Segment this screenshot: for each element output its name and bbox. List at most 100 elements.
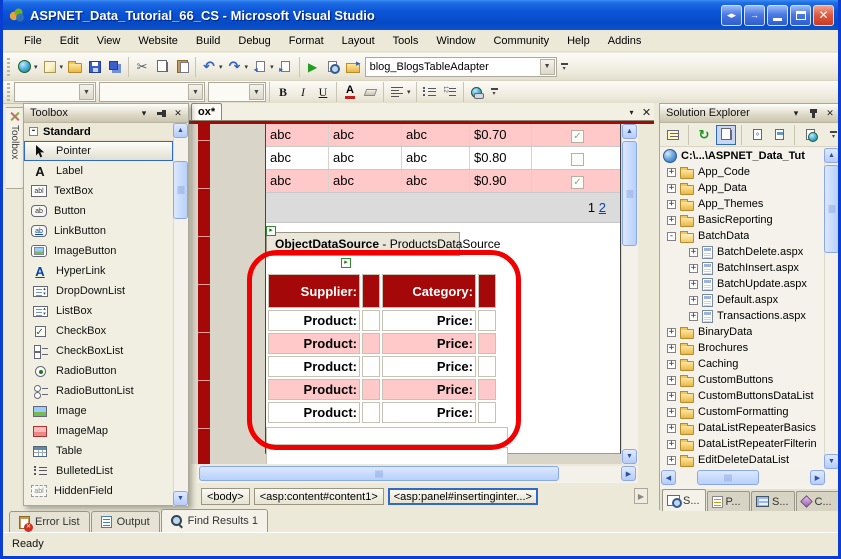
design-surface[interactable]: abc abc abc $0.70 ✓ abc abc abc $0.80 ab… — [191, 124, 638, 464]
navigate-backward-dropdown[interactable]: ▾ — [270, 63, 274, 71]
toolbox-item-checkbox[interactable]: CheckBox — [24, 321, 173, 341]
expand-icon[interactable]: + — [667, 184, 676, 193]
view-code-button[interactable] — [747, 125, 767, 145]
expand-icon[interactable]: + — [667, 200, 676, 209]
bold-button[interactable]: B — [273, 81, 293, 103]
toolbox-item-linkbutton[interactable]: LinkButton — [24, 221, 173, 241]
start-debugging-button[interactable] — [303, 56, 323, 78]
toolbar-overflow-chevron[interactable]: ▾ — [561, 63, 568, 71]
tab-output[interactable]: Output — [91, 511, 160, 532]
breadcrumb-body-tag[interactable]: <body> — [201, 488, 250, 505]
tree-item-aspx-page[interactable]: +BatchInsert.aspx — [661, 260, 825, 276]
nest-related-files-button[interactable] — [716, 125, 736, 145]
smart-tag-icon[interactable]: ▸ — [266, 226, 276, 236]
tab-find-results[interactable]: Find Results 1 — [161, 509, 268, 532]
window-position-icon[interactable]: ▾ — [137, 106, 151, 120]
window-position-icon[interactable]: ▾ — [789, 106, 803, 120]
expand-icon[interactable]: + — [689, 264, 698, 273]
tree-item-folder[interactable]: +App_Code — [661, 164, 825, 180]
scroll-thumb[interactable] — [622, 141, 637, 246]
hyperlink-button[interactable] — [467, 81, 487, 103]
toolbox-item-radiobutton[interactable]: RadioButton — [24, 361, 173, 381]
expand-icon[interactable]: + — [667, 424, 676, 433]
tree-item-folder[interactable]: +Brochures — [661, 340, 825, 356]
solution-explorer-horizontal-scrollbar[interactable]: ◀ ▶ — [661, 470, 825, 486]
tree-item-folder[interactable]: +App_Themes — [661, 196, 825, 212]
tree-item-folder[interactable]: +App_Data — [661, 180, 825, 196]
detach-window-button[interactable]: → — [744, 5, 765, 26]
tab-server-explorer[interactable]: S... — [751, 491, 795, 511]
save-button[interactable] — [85, 56, 105, 78]
expand-icon[interactable]: + — [667, 328, 676, 337]
menu-tools[interactable]: Tools — [384, 32, 428, 50]
toolbox-item-radiobuttonlist[interactable]: RadioButtonList — [24, 381, 173, 401]
scroll-down-icon[interactable]: ▼ — [173, 491, 188, 506]
auto-hide-pin-icon[interactable] — [806, 106, 820, 120]
expand-icon[interactable]: + — [689, 280, 698, 289]
toolbox-item-table[interactable]: Table — [24, 441, 173, 461]
target-rule-combo[interactable]: ▼ — [14, 82, 96, 102]
numbered-list-button[interactable] — [440, 81, 460, 103]
tree-item-folder[interactable]: +EditDeleteDataList — [661, 452, 825, 468]
tree-item-aspx-page[interactable]: +BatchDelete.aspx — [661, 244, 825, 260]
design-horizontal-scrollbar[interactable]: ▶ — [197, 466, 638, 483]
expand-icon[interactable]: + — [667, 216, 676, 225]
design-vertical-scrollbar[interactable]: ▲ ▼ — [621, 124, 638, 464]
tree-item-folder[interactable]: +CustomButtons — [661, 372, 825, 388]
scroll-down-icon[interactable]: ▼ — [622, 449, 637, 464]
tab-properties[interactable]: P... — [707, 491, 751, 511]
tree-item-folder[interactable]: +BasicReporting — [661, 212, 825, 228]
menu-window[interactable]: Window — [427, 32, 484, 50]
toolbar-overflow-chevron[interactable]: ▾ — [491, 88, 498, 96]
toolbar-grip[interactable] — [7, 58, 10, 76]
close-document-icon[interactable]: ✕ — [639, 105, 654, 120]
breadcrumb-content-tag[interactable]: <asp:content#content1> — [254, 488, 384, 505]
toolbox-item-listbox[interactable]: ListBox — [24, 301, 173, 321]
copy-web-site-button[interactable] — [800, 125, 820, 145]
navigate-forward-button[interactable] — [276, 56, 296, 78]
align-dropdown[interactable]: ▾ — [407, 88, 411, 96]
menu-help[interactable]: Help — [558, 32, 599, 50]
toolbox-item-button[interactable]: Button — [24, 201, 173, 221]
toolbox-item-imagebutton[interactable]: ImageButton — [24, 241, 173, 261]
align-left-button[interactable] — [387, 81, 407, 103]
breadcrumb-more-icon[interactable]: ▶ — [634, 488, 648, 504]
title-bar[interactable]: ASPNET_Data_Tutorial_66_CS - Microsoft V… — [3, 0, 838, 30]
expand-icon[interactable]: + — [667, 360, 676, 369]
italic-button[interactable]: I — [293, 81, 313, 103]
open-with-button[interactable] — [343, 56, 363, 78]
solution-explorer-title-bar[interactable]: Solution Explorer ▾ ✕ — [660, 104, 840, 123]
toolbox-side-tab[interactable]: Toolbox — [6, 107, 24, 189]
toolbox-item-textbox[interactable]: TextBox — [24, 181, 173, 201]
grid-checkbox-checked[interactable]: ✓ — [571, 130, 584, 143]
minimize-button[interactable] — [767, 5, 788, 26]
expand-icon[interactable]: + — [667, 376, 676, 385]
scroll-thumb[interactable] — [824, 165, 839, 253]
document-tab[interactable]: ox* — [191, 103, 222, 120]
toolbox-item-checkboxlist[interactable]: CheckBoxList — [24, 341, 173, 361]
toolbox-item-imagemap[interactable]: ImageMap — [24, 421, 173, 441]
solution-explorer-vertical-scrollbar[interactable]: ▲ ▼ — [824, 148, 839, 469]
highlight-color-button[interactable] — [360, 81, 380, 103]
grid-checkbox-unchecked[interactable] — [571, 153, 584, 166]
scroll-up-icon[interactable]: ▲ — [173, 123, 188, 138]
menu-debug[interactable]: Debug — [229, 32, 279, 50]
combo-dropdown-arrow[interactable]: ▼ — [540, 59, 555, 75]
font-size-combo[interactable]: ▼ — [208, 82, 266, 102]
menu-build[interactable]: Build — [187, 32, 229, 50]
close-panel-icon[interactable]: ✕ — [823, 106, 837, 120]
collapse-icon[interactable]: - — [667, 232, 676, 241]
save-all-button[interactable] — [105, 56, 125, 78]
scroll-right-icon[interactable]: ▶ — [621, 466, 636, 481]
bulleted-list-button[interactable] — [420, 81, 440, 103]
expand-icon[interactable]: + — [667, 392, 676, 401]
menu-layout[interactable]: Layout — [333, 32, 384, 50]
underline-button[interactable]: U — [313, 81, 333, 103]
tree-item-aspx-page[interactable]: +Default.aspx — [661, 292, 825, 308]
refresh-button[interactable] — [694, 125, 714, 145]
toolbox-item-hyperlink[interactable]: HyperLink — [24, 261, 173, 281]
redo-dropdown[interactable]: ▾ — [245, 63, 249, 71]
add-item-button[interactable] — [40, 56, 60, 78]
scroll-left-icon[interactable]: ◀ — [661, 470, 676, 485]
close-toolbox-icon[interactable]: ✕ — [171, 106, 185, 120]
